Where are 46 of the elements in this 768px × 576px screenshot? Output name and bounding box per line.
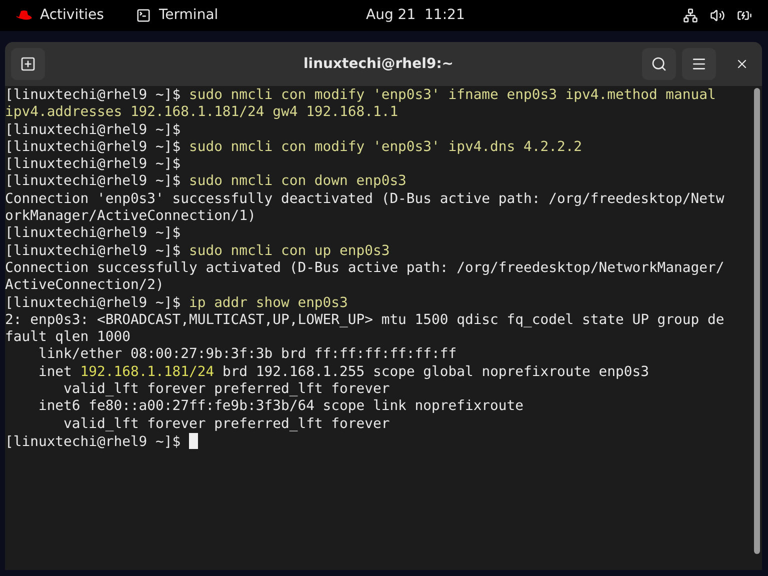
search-button[interactable] [642, 48, 676, 80]
terminal-icon [136, 8, 151, 23]
app-menu-button[interactable]: Terminal [159, 5, 218, 26]
network-icon[interactable] [683, 8, 698, 23]
menu-icon [691, 56, 707, 72]
shell-prompt: [linuxtechi@rhel9 ~]$ [5, 242, 182, 259]
window-title: linuxtechi@rhel9:~ [302, 54, 455, 74]
output-text: Connection 'enp0s3' successfully deactivated (D-Bus active path: /org/freedesktop/Netw [5, 190, 724, 207]
output-text: ActiveConnection/2) [5, 277, 164, 294]
text-cursor-icon [188, 432, 198, 449]
shell-prompt: [linuxtechi@rhel9 ~]$ [5, 173, 182, 190]
output-text: link/ether 08:00:27:9b:3f:3b brd ff:ff:ff:ff:ff:ff [37, 346, 457, 362]
new-tab-button[interactable] [11, 48, 45, 80]
command-text: sudo nmcli con up enp0s3 [188, 242, 390, 259]
shell-prompt: [linuxtechi@rhel9 ~]$ [5, 122, 181, 138]
shell-prompt: [linuxtechi@rhel9 ~]$ [5, 225, 181, 242]
output-text: fault qlen 1000 [5, 329, 130, 346]
activities-button[interactable]: Activities [40, 5, 104, 26]
output-text: inet [37, 364, 73, 380]
command-text: sudo nmcli con modify 'enp0s3' ipv4.dns 4.2.2.2 [188, 138, 582, 155]
shell-prompt: [linuxtechi@rhel9 ~]$ [5, 434, 182, 450]
shell-prompt: [linuxtechi@rhel9 ~]$ [5, 294, 182, 311]
ip-address: 192.168.1.181/24 [80, 364, 214, 380]
command-text: ipv4.addresses 192.168.1.181/24 gw4 192.168.1.1 [5, 104, 398, 120]
new-tab-icon [20, 56, 36, 72]
volume-icon[interactable] [710, 8, 725, 23]
output-text: 2: enp0s3: <BROADCAST,MULTICAST,UP,LOWER_UP> mtu 1500 qdisc fq_codel state UP group de [5, 312, 724, 328]
scrollbar[interactable] [754, 88, 760, 554]
shell-prompt: [linuxtechi@rhel9 ~]$ [5, 87, 182, 103]
output-text: inet6 fe80::a00:27ff:fe9b:3f3b/64 scope link noprefixroute [37, 398, 524, 414]
output-text: brd 192.168.1.255 scope global noprefixroute enp0s3 [221, 364, 649, 380]
output-text: valid_lft forever preferred_lft forever [62, 381, 390, 398]
menu-button[interactable] [682, 48, 716, 80]
output-text: valid_lft forever preferred_lft forever [62, 416, 390, 432]
command-text: sudo nmcli con down enp0s3 [188, 173, 406, 190]
command-text: sudo nmcli con modify 'enp0s3' ifname enp0s3 ipv4.method manual [188, 87, 716, 103]
hat-logo-icon [16, 10, 32, 22]
shell-prompt: [linuxtechi@rhel9 ~]$ [5, 156, 181, 172]
battery-icon[interactable] [737, 8, 752, 23]
shell-prompt: [linuxtechi@rhel9 ~]$ [5, 138, 182, 155]
output-text: orkManager/ActiveConnection/1) [5, 208, 256, 224]
close-icon [735, 57, 749, 71]
clock[interactable]: Aug 21 11:21 [366, 5, 465, 26]
search-icon [651, 56, 667, 72]
output-text: Connection successfully activated (D-Bus active path: /org/freedesktop/NetworkManager/ [5, 260, 724, 276]
command-text: ip addr show enp0s3 [188, 294, 348, 311]
